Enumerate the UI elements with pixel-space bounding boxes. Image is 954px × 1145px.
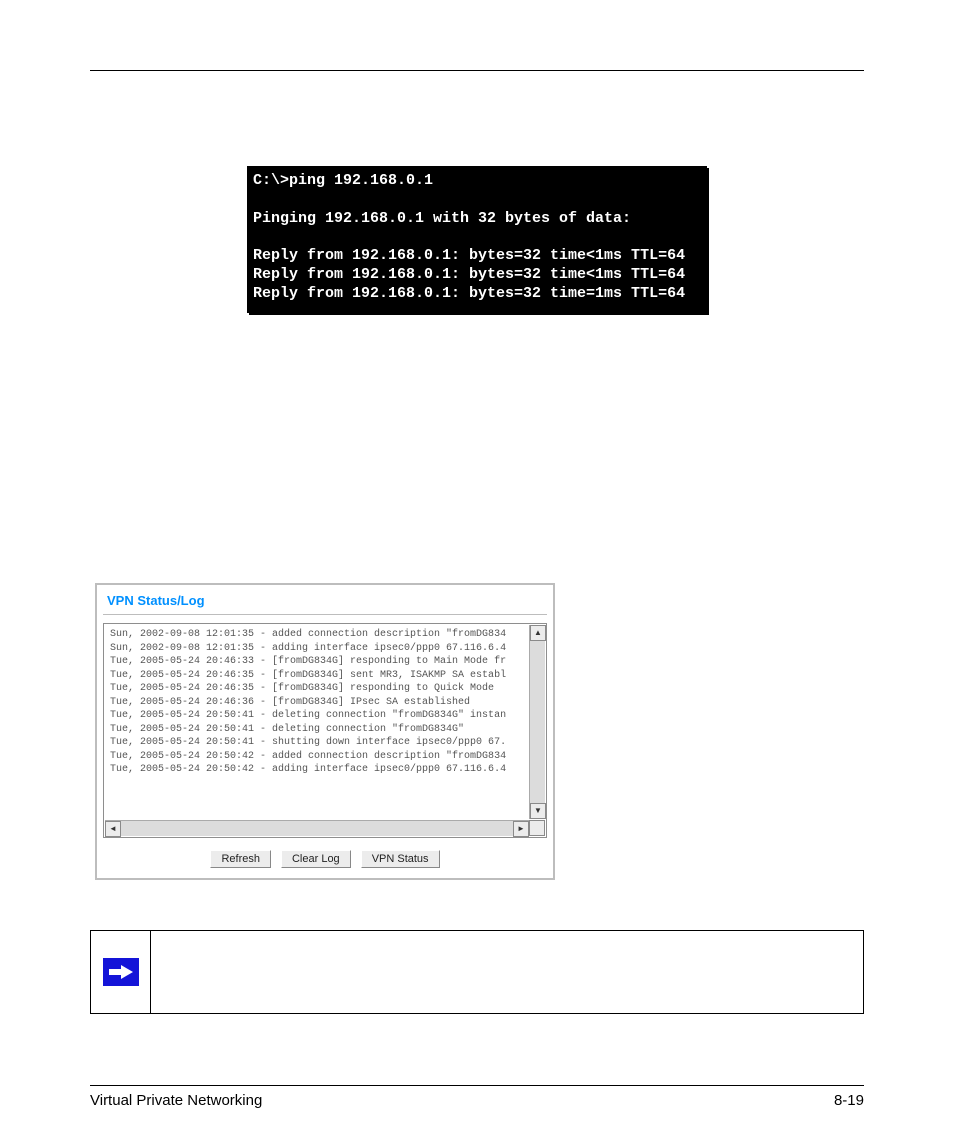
note-box	[90, 930, 864, 1014]
scroll-corner	[529, 820, 545, 836]
footer-rule	[90, 1085, 864, 1086]
vpn-log-text: Sun, 2002-09-08 12:01:35 - added connect…	[104, 624, 546, 781]
terminal-text: C:\>ping 192.168.0.1 Pinging 192.168.0.1…	[253, 172, 685, 302]
vpn-status-button[interactable]: VPN Status	[361, 850, 440, 868]
clear-log-button[interactable]: Clear Log	[281, 850, 351, 868]
page-footer: Virtual Private Networking 8-19	[90, 1085, 864, 1109]
vpn-panel-title: VPN Status/Log	[103, 591, 547, 614]
scroll-down-arrow-icon[interactable]: ▼	[530, 803, 546, 819]
vpn-button-row: Refresh Clear Log VPN Status	[103, 850, 547, 868]
vpn-status-panel: VPN Status/Log Sun, 2002-09-08 12:01:35 …	[95, 583, 555, 880]
ping-terminal: C:\>ping 192.168.0.1 Pinging 192.168.0.1…	[247, 166, 707, 313]
scroll-left-arrow-icon[interactable]: ◄	[105, 821, 121, 837]
header-rule	[90, 70, 864, 71]
refresh-button[interactable]: Refresh	[210, 850, 271, 868]
note-text	[151, 931, 863, 1013]
footer-left: Virtual Private Networking	[90, 1092, 262, 1109]
horizontal-scrollbar[interactable]: ◄ ►	[105, 820, 545, 836]
scroll-up-arrow-icon[interactable]: ▲	[530, 625, 546, 641]
arrow-right-icon	[103, 958, 139, 986]
scroll-right-arrow-icon[interactable]: ►	[513, 821, 529, 837]
vpn-panel-divider	[103, 614, 547, 615]
note-icon-cell	[91, 931, 151, 1013]
footer-right: 8-19	[834, 1092, 864, 1109]
vertical-scrollbar[interactable]: ▲ ▼	[529, 625, 545, 819]
vpn-log-box: Sun, 2002-09-08 12:01:35 - added connect…	[103, 623, 547, 838]
